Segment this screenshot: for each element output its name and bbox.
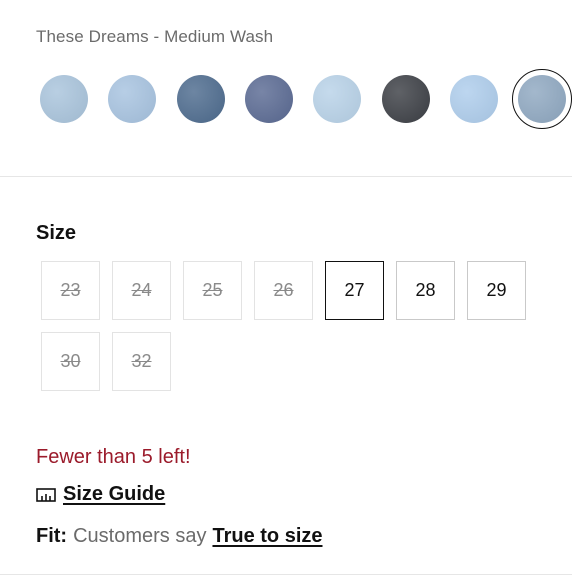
- size-guide-link[interactable]: Size Guide: [36, 483, 165, 506]
- fit-row: Fit: Customers say True to size: [36, 525, 323, 548]
- stock-warning: Fewer than 5 left!: [36, 446, 191, 468]
- size-option-23[interactable]: 23: [41, 261, 100, 320]
- size-option-32[interactable]: 32: [112, 332, 171, 391]
- size-option-29[interactable]: 29: [467, 261, 526, 320]
- color-name: These Dreams - Medium Wash: [36, 27, 274, 46]
- swatch-dark-wash-1[interactable]: [177, 75, 225, 123]
- color-swatches: [40, 69, 580, 129]
- swatch-light-wash-1[interactable]: [40, 75, 88, 123]
- fit-true-to-size-link[interactable]: True to size: [212, 525, 322, 548]
- fit-text: Customers say: [73, 525, 207, 547]
- bottom-divider: [0, 574, 572, 575]
- divider: [0, 176, 572, 177]
- fit-label: Fit:: [36, 525, 68, 547]
- size-option-24[interactable]: 24: [112, 261, 171, 320]
- size-guide-label: Size Guide: [63, 483, 166, 505]
- swatch-pale-wash[interactable]: [313, 75, 361, 123]
- size-option-27[interactable]: 27: [325, 261, 384, 320]
- swatch-medium-wash[interactable]: [518, 75, 566, 123]
- swatch-light-wash-2[interactable]: [108, 75, 156, 123]
- size-option-28[interactable]: 28: [396, 261, 455, 320]
- swatch-dark-wash-2[interactable]: [245, 75, 293, 123]
- size-option-26[interactable]: 26: [254, 261, 313, 320]
- swatch-bright-light-wash[interactable]: [450, 75, 498, 123]
- size-heading: Size: [36, 222, 77, 244]
- swatch-black-wash[interactable]: [382, 75, 430, 123]
- size-option-30[interactable]: 30: [41, 332, 100, 391]
- size-option-25[interactable]: 25: [183, 261, 242, 320]
- ruler-icon: [36, 487, 56, 502]
